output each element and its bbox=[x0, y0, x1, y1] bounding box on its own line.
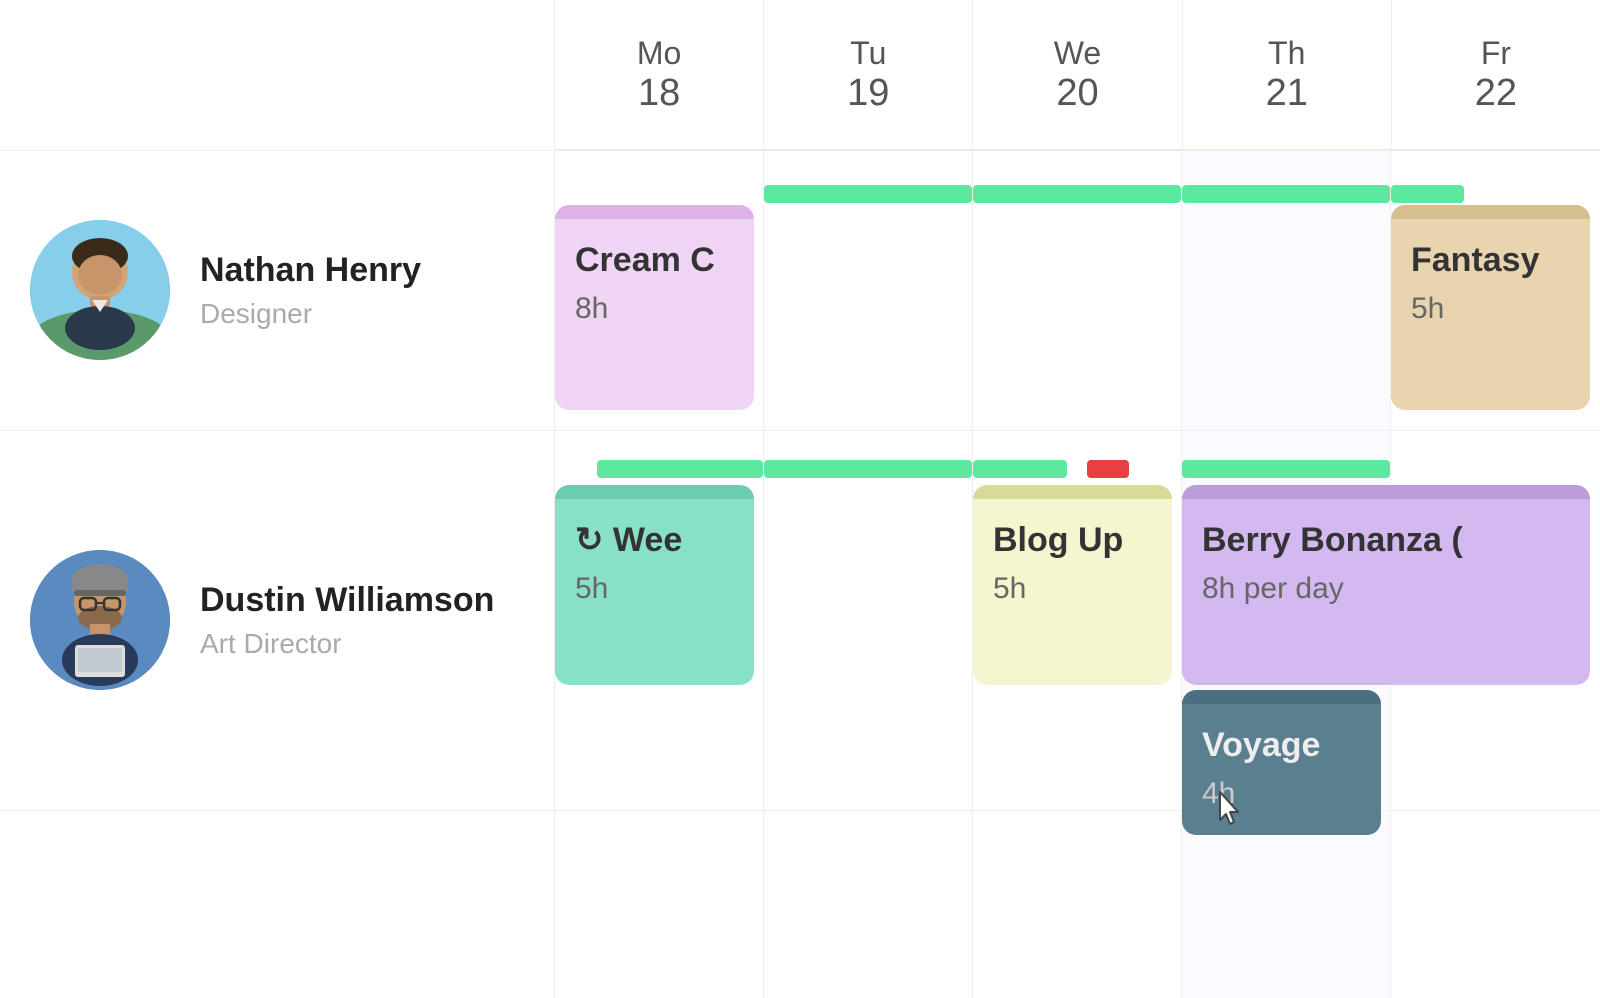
task-card-title: ↻ Wee bbox=[575, 519, 734, 562]
avail-bar bbox=[1391, 185, 1464, 203]
scheduler-container: Mo 18 Tu 19 We 20 Th 21 Fr 22 bbox=[0, 0, 1600, 998]
day-name-3: Th bbox=[1268, 35, 1305, 72]
task-card-header-bar bbox=[1182, 485, 1590, 499]
task-card-header-bar bbox=[555, 485, 754, 499]
task-card-title: Blog Up bbox=[993, 519, 1152, 562]
day-col-tu: Tu 19 bbox=[764, 0, 973, 149]
task-card-header-bar bbox=[555, 205, 754, 219]
task-card[interactable]: Blog Up 5h bbox=[973, 485, 1172, 685]
header-row: Mo 18 Tu 19 We 20 Th 21 Fr 22 bbox=[555, 0, 1600, 150]
task-card-duration: 8h bbox=[575, 292, 734, 326]
avail-bar bbox=[764, 185, 972, 203]
avail-bar bbox=[764, 460, 972, 478]
avail-bar bbox=[1182, 460, 1390, 478]
task-card-duration: 5h bbox=[993, 572, 1152, 606]
task-card-title: Voyage bbox=[1202, 724, 1361, 767]
task-card[interactable]: ↻ Wee 5h bbox=[555, 485, 754, 685]
nathan-name: Nathan Henry bbox=[200, 251, 421, 290]
task-card-title: Cream C bbox=[575, 239, 734, 282]
day-name-4: Fr bbox=[1481, 35, 1511, 72]
day-col-we: We 20 bbox=[973, 0, 1182, 149]
dustin-name: Dustin Williamson bbox=[200, 581, 494, 620]
avail-bar bbox=[1182, 185, 1390, 203]
task-card[interactable]: Berry Bonanza ( 8h per day bbox=[1182, 485, 1590, 685]
person-info-dustin: Dustin Williamson Art Director bbox=[0, 430, 555, 810]
task-card[interactable]: Cream C 8h bbox=[555, 205, 754, 410]
day-name-1: Tu bbox=[850, 35, 886, 72]
task-card-header-bar bbox=[973, 485, 1172, 499]
task-card-duration: 8h per day bbox=[1202, 572, 1570, 606]
avail-bar bbox=[597, 460, 763, 478]
avail-bar bbox=[973, 185, 1181, 203]
timeline: Cream C 8h Fantasy 5h ↻ Wee 5h Blog Up 5h Berry … bbox=[555, 150, 1600, 998]
task-card-title: Fantasy bbox=[1411, 239, 1570, 282]
day-col-mo: Mo 18 bbox=[555, 0, 764, 149]
day-col-fr: Fr 22 bbox=[1392, 0, 1600, 149]
avail-bar bbox=[973, 460, 1067, 478]
nathan-role: Designer bbox=[200, 298, 421, 330]
task-card-header-bar bbox=[1182, 690, 1381, 704]
day-num-3: 21 bbox=[1266, 72, 1308, 115]
task-card-title: Berry Bonanza ( bbox=[1202, 519, 1570, 562]
day-num-2: 20 bbox=[1056, 72, 1098, 115]
day-col-th: Th 21 bbox=[1183, 0, 1392, 149]
day-name-2: We bbox=[1054, 35, 1101, 72]
day-num-4: 22 bbox=[1475, 72, 1517, 115]
timeline-col-1 bbox=[764, 150, 973, 998]
task-card-duration: 5h bbox=[575, 572, 734, 606]
task-card-duration: 5h bbox=[1411, 292, 1570, 326]
avatar-dustin bbox=[30, 550, 170, 690]
avatar-nathan bbox=[30, 220, 170, 360]
dustin-role: Art Director bbox=[200, 628, 494, 660]
day-name-0: Mo bbox=[637, 35, 681, 72]
person-info-nathan: Nathan Henry Designer bbox=[0, 150, 555, 430]
day-num-0: 18 bbox=[638, 72, 680, 115]
day-num-1: 19 bbox=[847, 72, 889, 115]
person-text-nathan: Nathan Henry Designer bbox=[200, 251, 421, 330]
avail-bar bbox=[1087, 460, 1129, 478]
person-text-dustin: Dustin Williamson Art Director bbox=[200, 581, 494, 660]
cursor-pointer bbox=[1212, 790, 1248, 840]
task-card-header-bar bbox=[1391, 205, 1590, 219]
task-card[interactable]: Fantasy 5h bbox=[1391, 205, 1590, 410]
